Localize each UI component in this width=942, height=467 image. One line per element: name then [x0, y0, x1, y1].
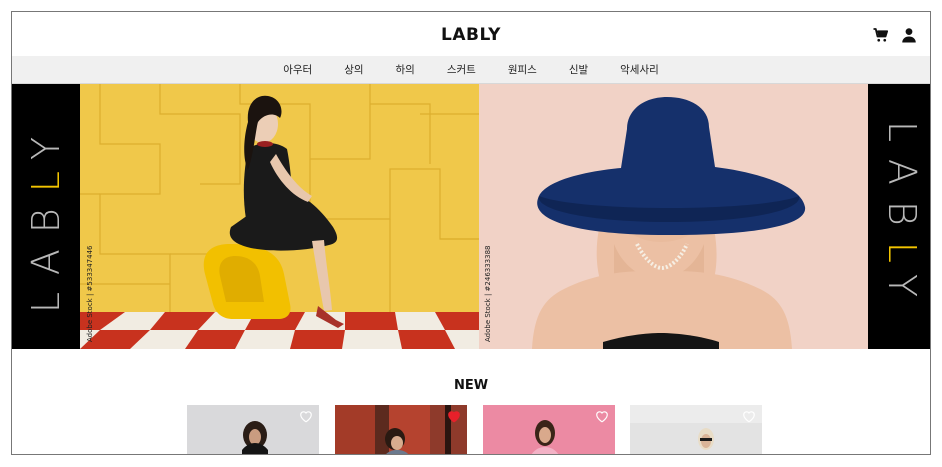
new-section-title: NEW	[453, 378, 489, 393]
cart-icon[interactable]	[872, 26, 890, 44]
nav-item-accessories[interactable]: 악세사리	[620, 62, 659, 77]
product-card[interactable]	[335, 405, 467, 454]
product-card[interactable]	[630, 405, 762, 454]
heart-icon[interactable]	[299, 410, 313, 423]
product-card[interactable]	[187, 405, 319, 454]
site-logo[interactable]: LABLY	[12, 25, 930, 45]
image-credit-left: Adobe Stock | #533347446	[86, 245, 94, 343]
nav-item-outer[interactable]: 아우터	[283, 62, 312, 77]
banner-photo-pink: Adobe Stock | #246333388	[479, 84, 868, 349]
nav-item-dresses[interactable]: 원피스	[508, 62, 537, 77]
banner-right-brand-panel: LABLY	[868, 84, 930, 349]
brand-word-right-text: LABLY	[880, 120, 924, 313]
image-credit-right: Adobe Stock | #246333388	[484, 245, 492, 343]
product-card[interactable]	[483, 405, 615, 454]
header: LABLY	[12, 12, 930, 56]
nav-item-shoes[interactable]: 신발	[569, 62, 588, 77]
heart-icon[interactable]	[595, 410, 609, 423]
heart-icon[interactable]	[447, 410, 461, 423]
brand-word-left-text: LABLY	[24, 120, 68, 313]
user-icon[interactable]	[900, 26, 918, 44]
brand-word-vertical-right: LABLY	[880, 120, 924, 312]
brand-word-vertical-left: LABLY	[24, 120, 68, 312]
hero-banner[interactable]: LABLY Adobe Stock | #533347446 Adobe Sto…	[12, 84, 930, 349]
woman-in-blue-hat-image	[479, 84, 868, 349]
header-icons	[872, 26, 918, 44]
nav-item-skirts[interactable]: 스커트	[447, 62, 476, 77]
nav-item-bottoms[interactable]: 하의	[396, 62, 415, 77]
category-nav: 아우터 상의 하의 스커트 원피스 신발 악세사리	[12, 56, 930, 84]
banner-photo-yellow: Adobe Stock | #533347446	[80, 84, 479, 349]
heart-icon[interactable]	[742, 410, 756, 423]
woman-on-yellow-chair-image	[80, 84, 479, 349]
nav-item-tops[interactable]: 상의	[344, 62, 363, 77]
page-frame: LABLY 아우터 상의 하의 스커트 원피스 신발 악세사리 LABLY Ad…	[11, 11, 931, 455]
banner-left-brand-panel: LABLY	[12, 84, 80, 349]
